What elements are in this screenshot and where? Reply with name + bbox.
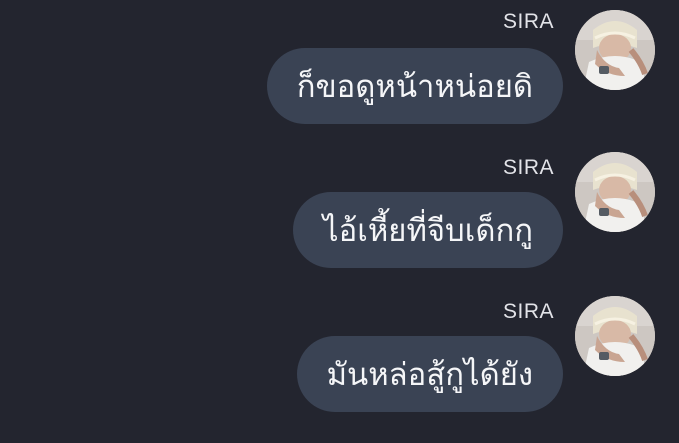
message-bubble[interactable]: มันหล่อสู้กูได้ยัง	[296, 336, 563, 412]
message-group: SIRA ไอ้เหี้ยที่จีบเด็กกู	[0, 146, 679, 276]
message-bubble[interactable]: ไอ้เหี้ยที่จีบเด็กกู	[293, 192, 563, 268]
user-avatar-icon[interactable]	[575, 10, 655, 90]
sender-name[interactable]: SIRA	[503, 10, 554, 34]
user-avatar-icon[interactable]	[575, 152, 655, 232]
message-bubble[interactable]: ก็ขอดูหน้าหน่อยดิ	[266, 48, 563, 124]
sender-name[interactable]: SIRA	[503, 300, 554, 324]
message-group: SIRA ก็ขอดูหน้าหน่อยดิ	[0, 0, 679, 130]
message-group: SIRA มันหล่อสู้กูได้ยัง	[0, 290, 679, 420]
sender-name[interactable]: SIRA	[503, 156, 554, 180]
chat-thread: SIRA ก็ขอดูหน้าหน่อยดิ SIRA ไอ้เหี้ยที่จ…	[0, 0, 679, 443]
user-avatar-icon[interactable]	[575, 296, 655, 376]
